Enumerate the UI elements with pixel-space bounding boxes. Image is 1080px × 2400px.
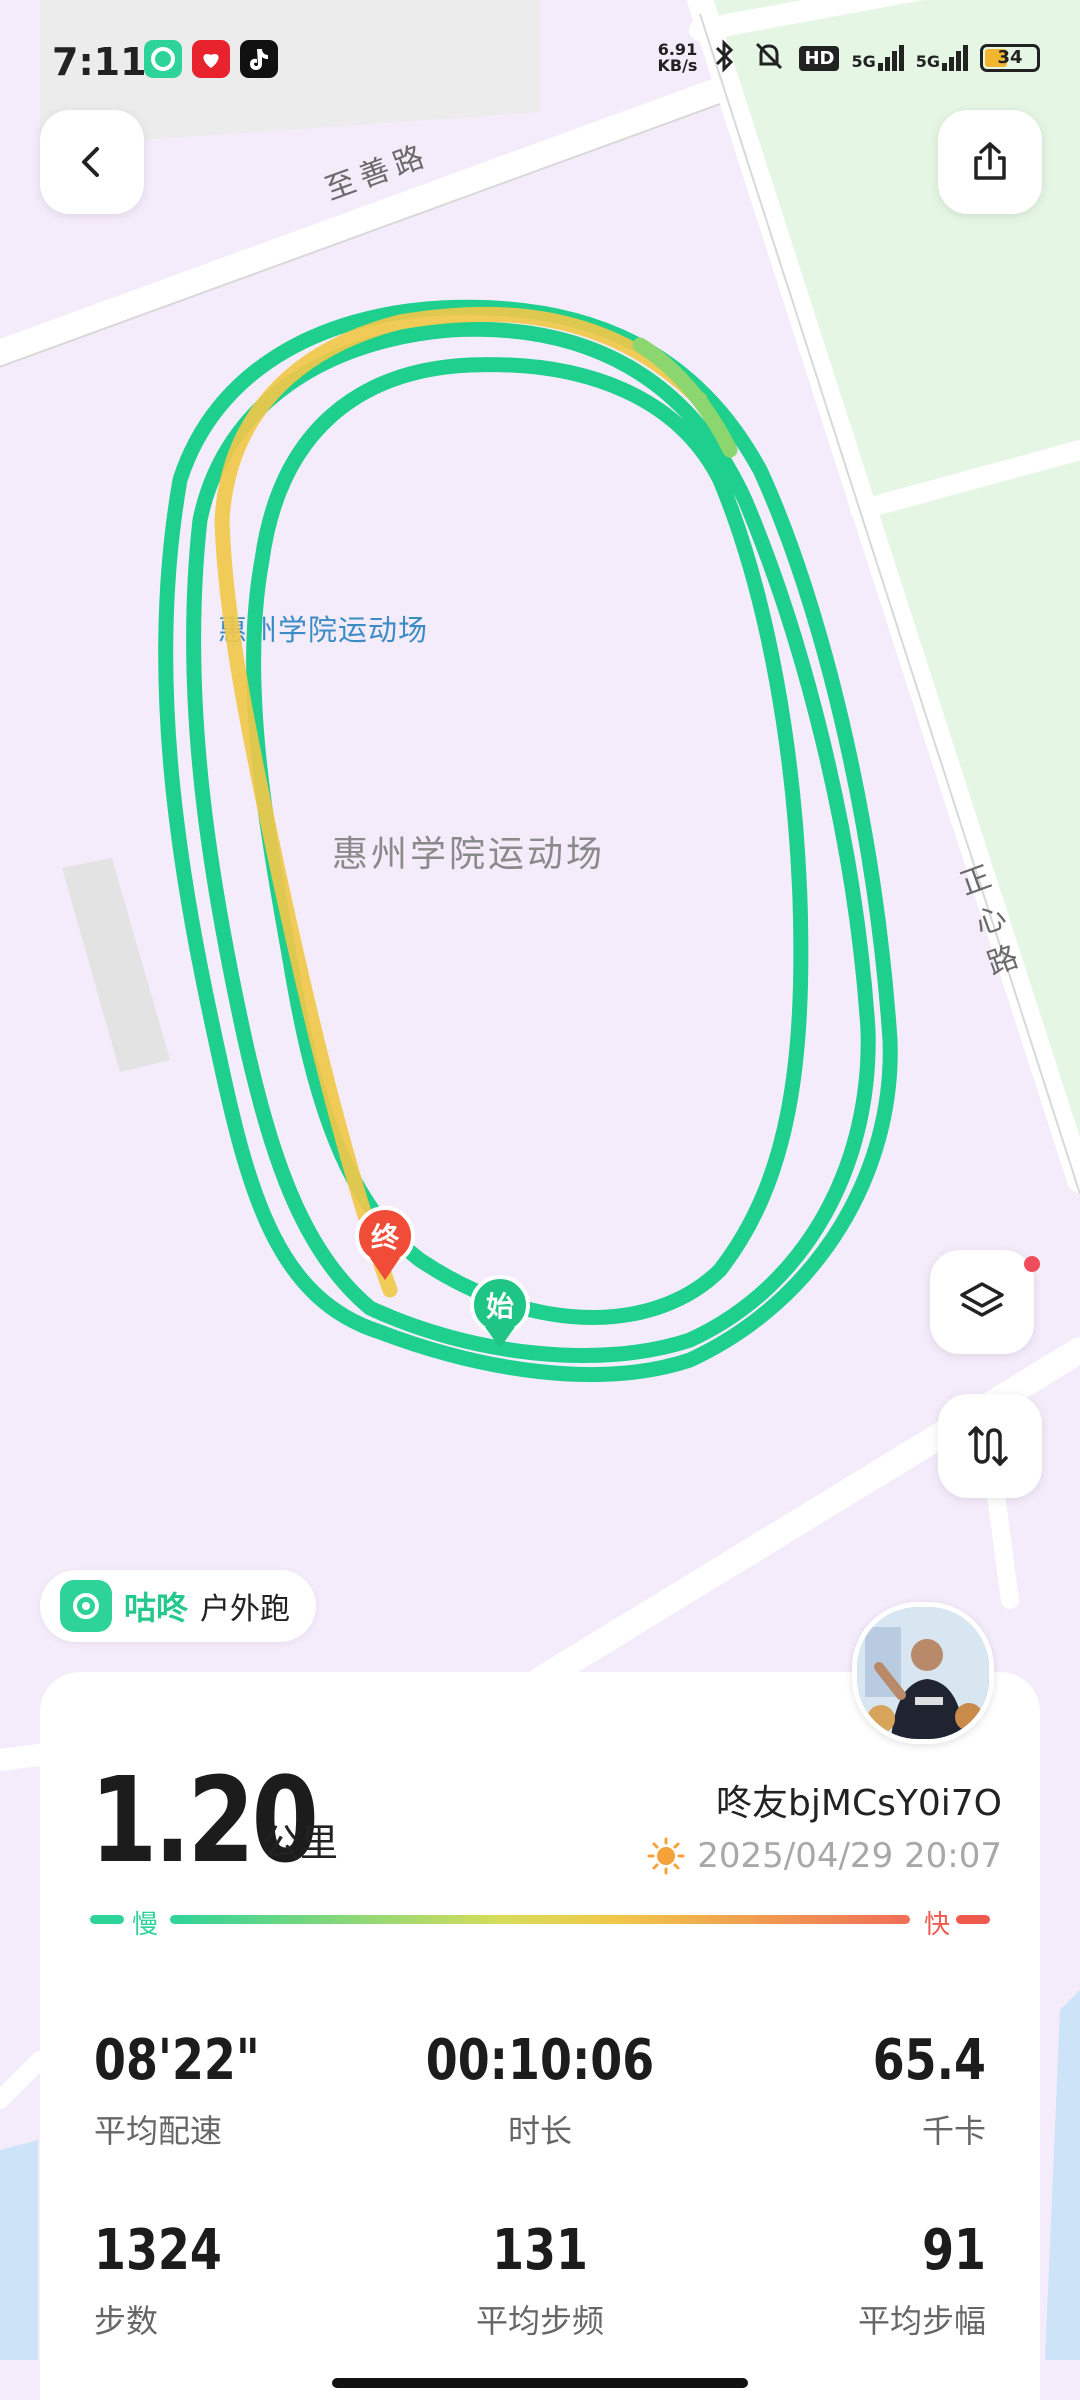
share-icon xyxy=(974,142,1006,180)
username: 咚友bjMCsY0i7O xyxy=(716,1783,1002,1824)
route-curve-icon xyxy=(968,1426,1008,1466)
tiktok-icon xyxy=(240,40,278,78)
workout-summary-card: 1.20 公里 咚友bjMCsY0i7O 2025/04/29 20:07 慢 … xyxy=(40,1672,1040,2400)
coolapp-icon xyxy=(144,40,182,78)
pace-legend: 慢 快 xyxy=(90,1904,990,1940)
water-area-left xyxy=(0,2140,38,2360)
route-replay-button[interactable] xyxy=(938,1394,1042,1498)
pace-slow-label: 慢 xyxy=(132,1910,159,1940)
signal-sim1-icon: 5G xyxy=(851,45,904,71)
share-button[interactable] xyxy=(938,110,1042,214)
stat-steps: 1324 步数 xyxy=(94,2218,222,2341)
app-badge: 咕咚 户外跑 xyxy=(40,1570,317,1642)
codoon-logo-icon xyxy=(60,1580,112,1632)
home-indicator[interactable] xyxy=(332,2378,748,2388)
notification-dot xyxy=(1024,1256,1040,1272)
end-marker-label: 终 xyxy=(371,1221,400,1254)
mute-bell-icon xyxy=(751,38,787,78)
start-marker-label: 始 xyxy=(486,1290,514,1323)
map-layers-button[interactable] xyxy=(930,1250,1034,1354)
stat-avg-pace: 08'22" 平均配速 xyxy=(94,2028,260,2151)
net-speed: 6.91 KB/s xyxy=(657,40,698,75)
distance-unit: 公里 xyxy=(262,1821,339,1865)
status-bar: 7:11 6.91 KB/s HD 5G 5G 34 xyxy=(0,0,1080,120)
back-button[interactable] xyxy=(40,110,144,214)
stat-calories: 65.4 千卡 xyxy=(872,2028,986,2151)
status-time: 7:11 xyxy=(52,40,147,84)
sport-type: 户外跑 xyxy=(200,1592,291,1627)
layers-icon xyxy=(960,1282,1004,1317)
pace-gradient-bar xyxy=(170,1915,910,1924)
status-indicators: 6.91 KB/s HD 5G 5G 34 xyxy=(657,38,1040,78)
brand-name: 咕咚 xyxy=(124,1589,189,1627)
venue-label-gray: 惠州学院运动场 xyxy=(332,834,605,875)
battery-icon: 34 xyxy=(980,44,1040,72)
user-avatar[interactable] xyxy=(852,1602,994,1744)
stat-duration: 00:10:06 时长 xyxy=(425,2028,655,2151)
chevron-left-icon xyxy=(82,147,99,177)
signal-sim2-icon: 5G xyxy=(916,45,968,71)
xiaohongshu-icon xyxy=(192,40,230,78)
stat-stride: 91 平均步幅 xyxy=(857,2218,986,2341)
bluetooth-icon xyxy=(709,38,739,78)
pace-fast-label: 快 xyxy=(923,1910,950,1940)
sun-icon xyxy=(647,1837,685,1875)
workout-datetime: 2025/04/29 20:07 xyxy=(647,1836,1002,1876)
stat-cadence: 131 平均步频 xyxy=(475,2218,604,2341)
hd-voice-badge: HD xyxy=(799,45,840,71)
